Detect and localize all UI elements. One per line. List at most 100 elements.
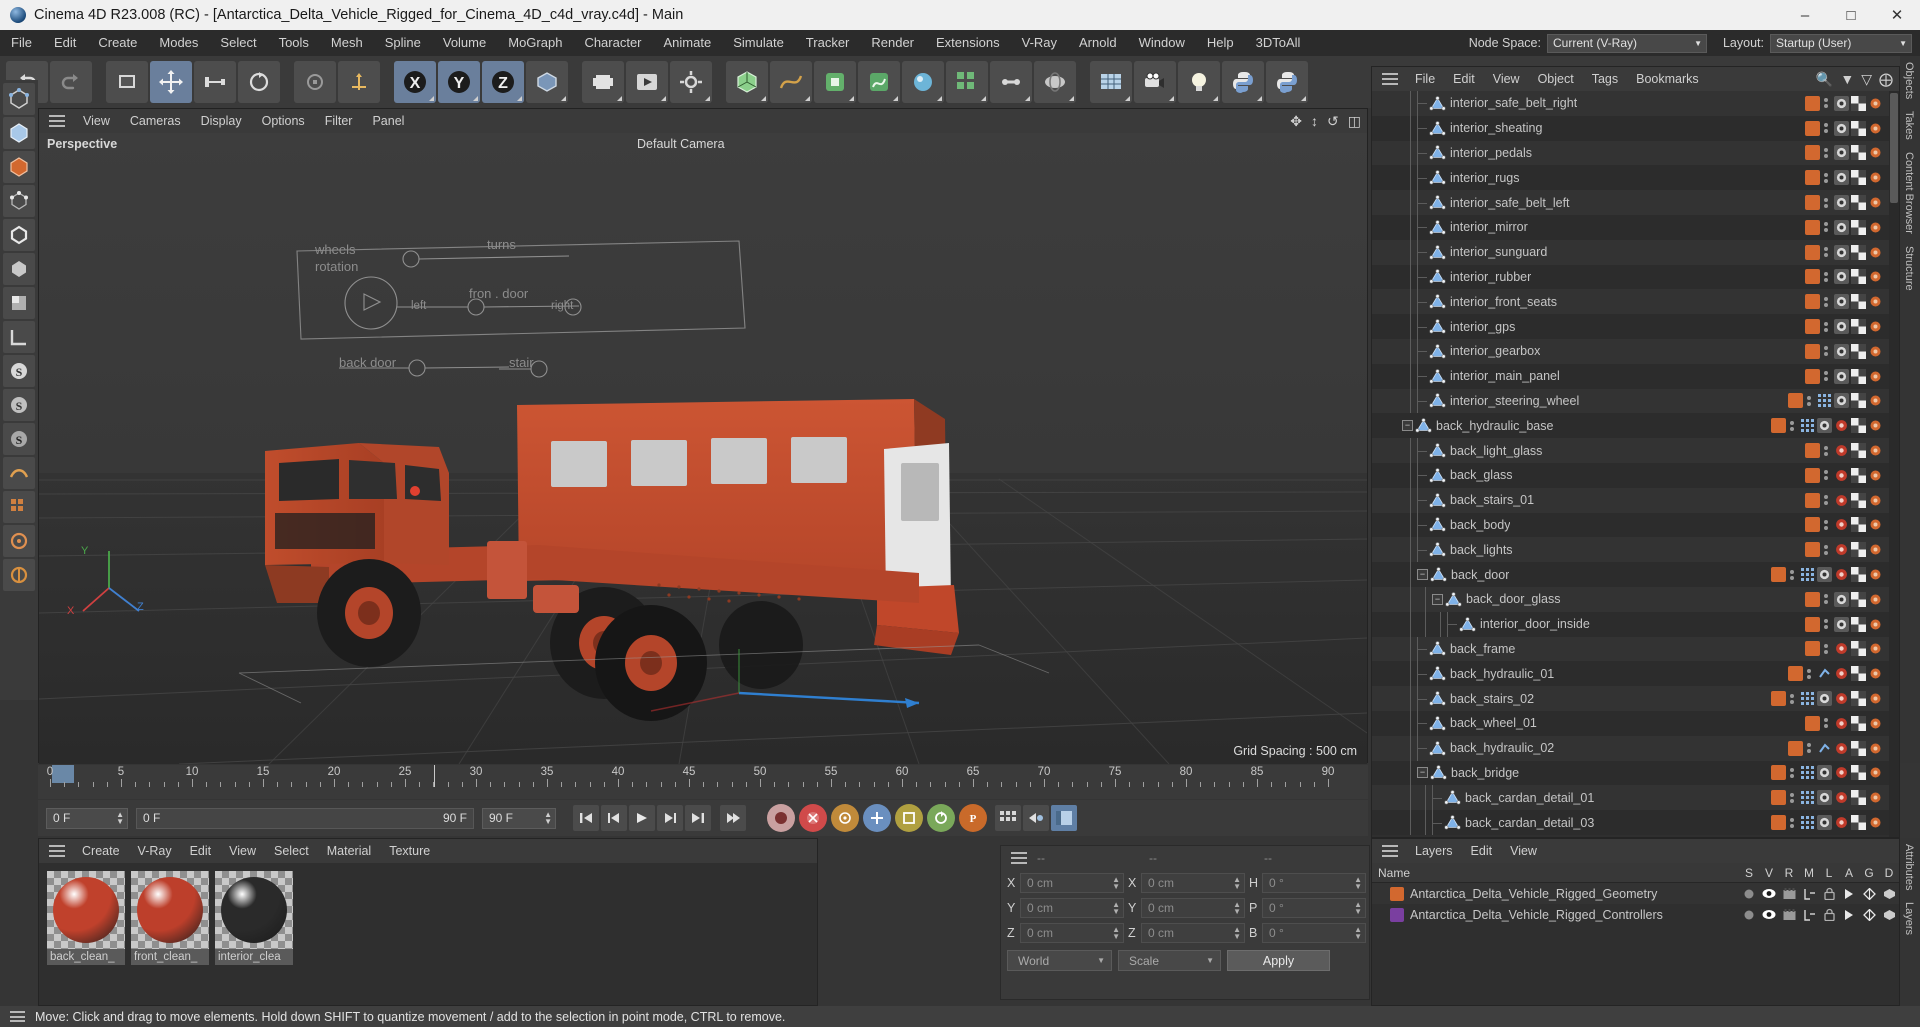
layer-toggle-m-icon[interactable] xyxy=(1799,909,1819,921)
layer-toggle-d-icon[interactable] xyxy=(1879,909,1899,921)
parameter-key-button[interactable]: P xyxy=(959,804,987,832)
visibility-dots-icon[interactable] xyxy=(1824,371,1828,382)
object-tag-icon[interactable] xyxy=(1851,418,1866,434)
menu-item-simulate[interactable]: Simulate xyxy=(722,30,795,56)
visibility-dots-icon[interactable] xyxy=(1790,817,1794,828)
spinner-icon[interactable]: ▲ ▼ xyxy=(1354,900,1362,915)
object-row[interactable]: back_wheel_01 xyxy=(1372,710,1889,736)
maximize-button[interactable]: □ xyxy=(1828,0,1874,30)
material-menu-material[interactable]: Material xyxy=(318,839,380,863)
object-tag-icon[interactable] xyxy=(1851,740,1866,756)
layer-color-chip[interactable] xyxy=(1788,666,1803,682)
object-tag-icon[interactable] xyxy=(1868,319,1883,334)
visibility-dots-icon[interactable] xyxy=(1824,470,1828,481)
object-row[interactable]: back_lights xyxy=(1372,537,1889,563)
layer-color-chip[interactable] xyxy=(1805,467,1820,483)
visibility-dots-icon[interactable] xyxy=(1824,619,1828,630)
layer-color-chip[interactable] xyxy=(1805,492,1820,508)
pan-view-icon[interactable]: ✥ xyxy=(1290,113,1302,130)
viewport-menu-panel[interactable]: Panel xyxy=(362,109,414,133)
layer-toggle-r-icon[interactable] xyxy=(1779,908,1799,921)
uv-mode-button[interactable] xyxy=(3,287,35,319)
object-row[interactable]: interior_rugs xyxy=(1372,165,1889,191)
preview-range-bar[interactable]: 0 F 90 F xyxy=(136,807,474,829)
object-tag-icon[interactable] xyxy=(1868,145,1883,160)
object-row[interactable]: back_body xyxy=(1372,512,1889,538)
go-to-end-button[interactable] xyxy=(685,805,711,831)
new-group-icon[interactable]: ⨁ xyxy=(1879,71,1893,88)
dynamics-button[interactable] xyxy=(1034,61,1076,103)
dock-tab-takes[interactable]: Takes xyxy=(1900,105,1918,146)
object-tag-icon[interactable] xyxy=(1834,95,1849,111)
record-active-objects-button[interactable] xyxy=(767,804,795,832)
object-tag-icon[interactable] xyxy=(1817,765,1832,781)
camera-grid-button[interactable] xyxy=(1090,61,1132,103)
visibility-dots-icon[interactable] xyxy=(1824,172,1828,183)
object-tag-icon[interactable] xyxy=(1851,195,1866,211)
object-row[interactable]: back_hydraulic_02 xyxy=(1372,735,1889,761)
workplane-mode-button[interactable] xyxy=(3,525,35,557)
object-tag-icon[interactable] xyxy=(1817,741,1832,756)
layer-toggle-v-icon[interactable] xyxy=(1759,909,1779,920)
go-to-start-button[interactable] xyxy=(573,805,599,831)
visibility-dots-icon[interactable] xyxy=(1824,544,1828,555)
layer-color-chip[interactable] xyxy=(1805,542,1820,558)
keyframe-selection-button[interactable] xyxy=(831,804,859,832)
layer-color-chip[interactable] xyxy=(1771,418,1786,434)
layer-color-chip[interactable] xyxy=(1805,195,1820,211)
visibility-dots-icon[interactable] xyxy=(1807,668,1811,679)
menu-item-select[interactable]: Select xyxy=(209,30,267,56)
search-icon[interactable]: 🔍 xyxy=(1816,71,1833,88)
spinner-icon[interactable]: ▲ ▼ xyxy=(1233,925,1241,940)
redo-button[interactable] xyxy=(50,61,92,103)
object-row[interactable]: interior_safe_belt_left xyxy=(1372,190,1889,215)
material-menu-select[interactable]: Select xyxy=(265,839,318,863)
object-tag-icon[interactable] xyxy=(1851,120,1866,136)
filter-settings-icon[interactable]: ▽ xyxy=(1861,71,1872,88)
object-tag-icon[interactable] xyxy=(1851,343,1866,359)
object-tag-icon[interactable] xyxy=(1868,468,1883,483)
object-tag-icon[interactable] xyxy=(1868,493,1883,508)
object-tag-icon[interactable] xyxy=(1868,121,1883,136)
object-tag-icon[interactable] xyxy=(1868,393,1883,408)
object-row[interactable]: interior_pedals xyxy=(1372,140,1889,166)
visibility-dots-icon[interactable] xyxy=(1824,296,1828,307)
polygon-mode-button[interactable] xyxy=(3,253,35,285)
make-editable-button[interactable] xyxy=(3,83,35,115)
object-row[interactable]: back_stairs_02 xyxy=(1372,686,1889,711)
layer-toggle-s-icon[interactable] xyxy=(1739,909,1759,921)
panel-menu-icon[interactable] xyxy=(1382,845,1398,857)
object-tag-icon[interactable] xyxy=(1834,815,1849,830)
object-tag-icon[interactable] xyxy=(1817,666,1832,681)
render-view-button[interactable] xyxy=(582,61,624,103)
move-axis-button[interactable] xyxy=(338,61,380,103)
object-tag-icon[interactable] xyxy=(1817,815,1832,830)
visibility-dots-icon[interactable] xyxy=(1790,792,1794,803)
object-tag-icon[interactable] xyxy=(1834,517,1849,532)
edge-mode-button[interactable] xyxy=(3,219,35,251)
object-tag-icon[interactable] xyxy=(1868,716,1883,731)
object-tag-icon[interactable] xyxy=(1868,641,1883,656)
layer-color-chip[interactable] xyxy=(1805,368,1820,384)
layer-color-chip[interactable] xyxy=(1771,815,1786,830)
scale-key-button[interactable] xyxy=(895,804,923,832)
camera-button[interactable] xyxy=(1134,61,1176,103)
material-menu-edit[interactable]: Edit xyxy=(181,839,221,863)
layer-menu-layers[interactable]: Layers xyxy=(1406,839,1462,863)
play-button[interactable] xyxy=(629,805,655,831)
layer-row[interactable]: Antarctica_Delta_Vehicle_Rigged_Geometry xyxy=(1372,883,1899,904)
coord-field-position-0[interactable]: 0 cm ▲ ▼ xyxy=(1020,872,1124,893)
viewport-menu-options[interactable]: Options xyxy=(252,109,315,133)
object-row[interactable]: − back_bridge xyxy=(1372,760,1889,786)
object-tag-icon[interactable] xyxy=(1834,716,1849,731)
layer-color-chip[interactable] xyxy=(1805,517,1820,533)
dock-tab-structure[interactable]: Structure xyxy=(1900,240,1918,297)
spinner-icon[interactable]: ▲ ▼ xyxy=(1233,875,1241,890)
visibility-dots-icon[interactable] xyxy=(1824,222,1828,233)
object-tag-icon[interactable] xyxy=(1868,269,1883,284)
object-tag-icon[interactable] xyxy=(1868,220,1883,235)
object-menu-edit[interactable]: Edit xyxy=(1444,67,1484,91)
object-tag-icon[interactable] xyxy=(1851,368,1866,384)
max-frame-field[interactable]: 90 F ▲ ▼ xyxy=(482,807,556,829)
object-tag-icon[interactable] xyxy=(1834,393,1849,409)
